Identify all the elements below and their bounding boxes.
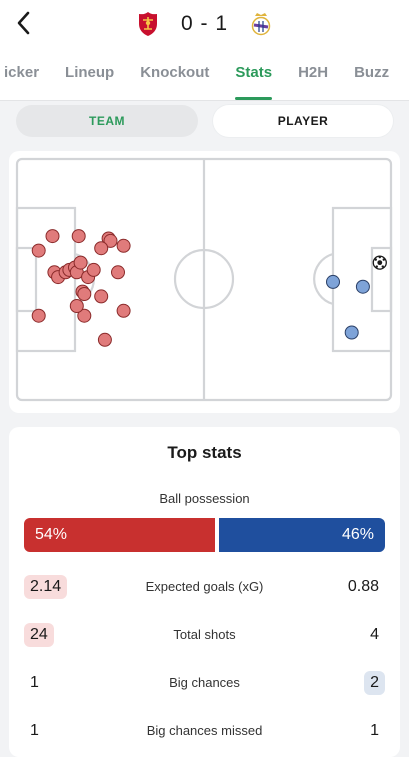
home-shot-marker[interactable] — [73, 255, 88, 270]
home-shot-marker[interactable] — [45, 229, 60, 244]
home-shot-marker[interactable] — [71, 229, 86, 244]
home-shot-marker[interactable] — [94, 241, 109, 256]
home-shot-marker[interactable] — [94, 289, 109, 304]
possession-bar: 54% 46% — [24, 518, 385, 552]
stat-name: Total shots — [173, 627, 236, 642]
home-shot-marker[interactable] — [77, 287, 92, 301]
away-penalty-box — [331, 206, 393, 353]
top-stats-title: Top stats — [167, 443, 242, 462]
home-shot-marker[interactable] — [69, 299, 84, 313]
stat-name: Big chances missed — [146, 723, 263, 738]
home-shot-marker[interactable] — [116, 303, 131, 318]
tab-buzz[interactable]: Buzz — [341, 62, 402, 100]
away-shot-marker[interactable] — [344, 325, 359, 340]
liverpool-crest-icon[interactable] — [135, 11, 161, 37]
home-shot-marker[interactable] — [97, 332, 112, 347]
stat-name: Big chances — [169, 675, 240, 690]
home-shot-marker[interactable] — [116, 238, 131, 253]
stat-away-value: 4 — [370, 626, 379, 643]
match-tabs: icker Lineup Knockout Stats H2H Buzz — [0, 62, 402, 100]
home-six-yard-box — [15, 246, 38, 313]
stat-row-big-chances: 1 Big chances 2 — [24, 671, 385, 697]
home-shot-marker[interactable] — [31, 243, 46, 258]
tab-ticker[interactable]: icker — [0, 62, 52, 100]
away-shot-marker[interactable] — [326, 274, 340, 289]
stat-row-big-chances-missed: 1 Big chances missed 1 — [24, 719, 385, 745]
stat-away-value: 1 — [370, 722, 379, 739]
tab-stats[interactable]: Stats — [222, 62, 285, 100]
stat-name: Expected goals (xG) — [145, 579, 264, 594]
real-madrid-crest-icon[interactable] — [248, 11, 274, 37]
tab-lineup[interactable]: Lineup — [52, 62, 127, 100]
team-player-toggle: TEAM PLAYER — [14, 105, 394, 137]
home-shot-marker[interactable] — [86, 262, 101, 277]
away-shot-marker[interactable] — [355, 279, 370, 294]
match-header: 0 - 1 icker Lineup Knockout Stats H2H Bu… — [0, 0, 409, 101]
goal-ball-icon[interactable] — [372, 255, 387, 270]
match-score: 0 - 1 — [180, 12, 229, 35]
home-shot-marker[interactable] — [31, 308, 46, 323]
stat-row-xg: 2.14 Expected goals (xG) 0.88 — [24, 575, 385, 601]
home-shot-marker[interactable] — [111, 265, 125, 280]
tab-h2h[interactable]: H2H — [285, 62, 341, 100]
home-penalty-box — [15, 206, 77, 353]
stat-away-value: 2 — [364, 671, 385, 695]
shot-map-pitch — [15, 157, 393, 402]
top-stats-card: Top stats Ball possession 54% 46% 2.14 E… — [9, 427, 400, 757]
possession-away: 46% — [219, 518, 385, 552]
stat-away-value: 0.88 — [347, 578, 379, 595]
possession-label: Ball possession — [159, 491, 250, 506]
shot-map-card — [9, 151, 400, 413]
stat-row-total-shots: 24 Total shots 4 — [24, 623, 385, 649]
team-toggle-button[interactable]: TEAM — [16, 105, 198, 137]
tab-knockout[interactable]: Knockout — [127, 62, 222, 100]
scoreline: 0 - 1 — [0, 6, 409, 42]
possession-home: 54% — [24, 518, 215, 552]
player-toggle-button[interactable]: PLAYER — [213, 105, 393, 137]
